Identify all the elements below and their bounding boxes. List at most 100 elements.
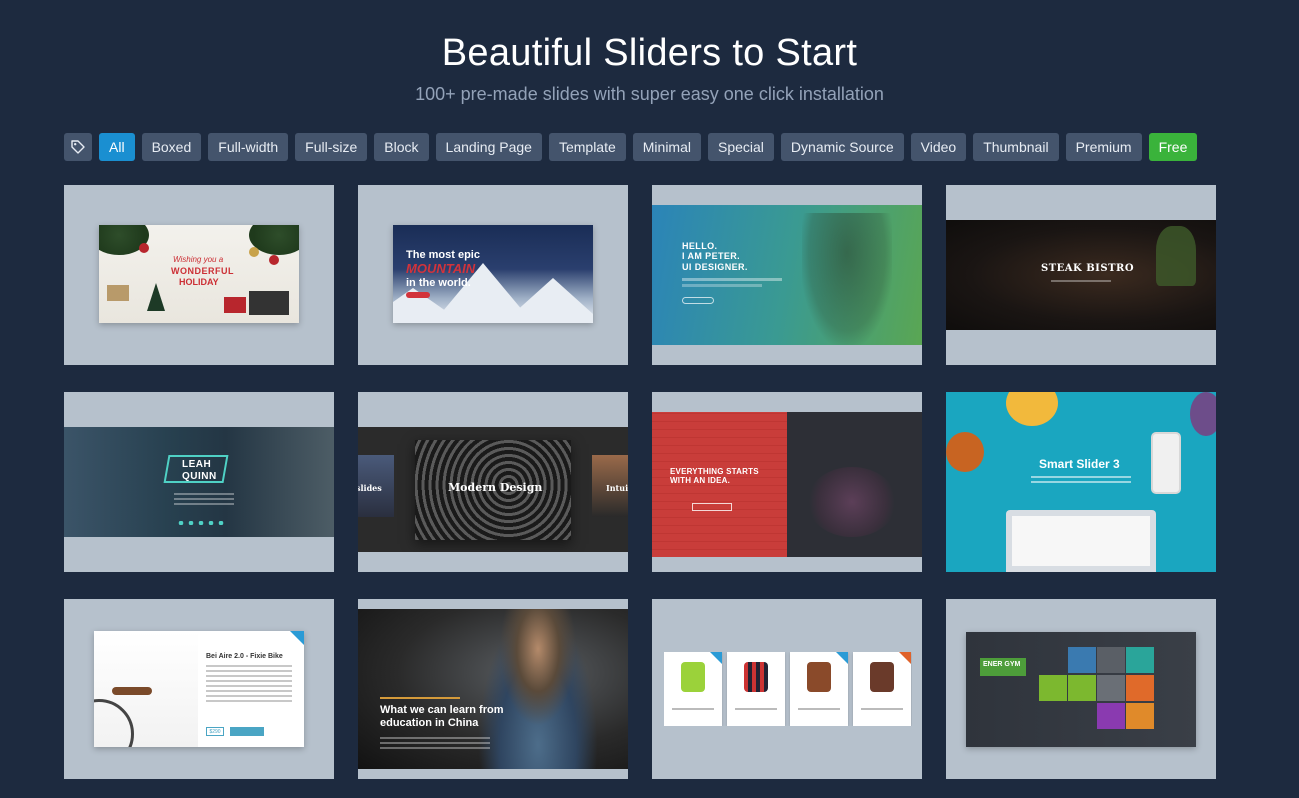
person-image bbox=[802, 213, 892, 345]
filter-full-size[interactable]: Full-size bbox=[295, 133, 368, 161]
decoration bbox=[1068, 647, 1096, 673]
decoration bbox=[682, 278, 782, 281]
page-title: Beautiful Sliders to Start bbox=[441, 32, 858, 74]
slider-grid: Wishing you a WONDERFUL HOLIDAY The most… bbox=[64, 185, 1216, 779]
product-card bbox=[790, 652, 848, 726]
slide-text: HOLIDAY bbox=[179, 277, 219, 287]
slider-thumbnail: What we can learn from education in Chin… bbox=[358, 609, 628, 769]
product-card bbox=[853, 652, 911, 726]
filter-all[interactable]: All bbox=[99, 133, 135, 161]
decoration bbox=[503, 278, 593, 323]
filter-free[interactable]: Free bbox=[1148, 133, 1198, 161]
product-card bbox=[727, 652, 785, 726]
watch-image bbox=[744, 662, 768, 692]
slide-text: slides bbox=[358, 483, 382, 493]
decoration bbox=[380, 697, 460, 699]
slider-card-smart-slider[interactable]: Smart Slider 3 bbox=[946, 392, 1216, 572]
watch-image bbox=[681, 662, 705, 692]
decoration bbox=[682, 284, 762, 287]
slider-thumbnail: Smart Slider 3 bbox=[946, 392, 1216, 572]
decoration bbox=[1097, 647, 1125, 673]
slide-text: Smart Slider 3 bbox=[1039, 457, 1120, 471]
person-image bbox=[478, 609, 598, 769]
filter-special[interactable]: Special bbox=[708, 133, 774, 161]
corner-badge bbox=[710, 652, 722, 664]
slider-thumbnail: Modern Design slides Intui bbox=[358, 427, 628, 552]
decoration bbox=[1126, 675, 1154, 701]
slide-text: The most epic bbox=[406, 249, 480, 261]
filter-bar: All Boxed Full-width Full-size Block Lan… bbox=[64, 133, 1198, 161]
price-tag: $290 bbox=[206, 727, 224, 736]
decoration bbox=[380, 737, 490, 749]
decoration bbox=[94, 699, 134, 747]
decoration bbox=[1051, 280, 1111, 282]
slider-thumbnail: LEAH QUINN bbox=[64, 427, 334, 537]
tag-icon[interactable] bbox=[64, 133, 92, 161]
corner-badge bbox=[836, 652, 848, 664]
filter-premium[interactable]: Premium bbox=[1065, 133, 1142, 161]
decoration bbox=[946, 432, 984, 472]
slider-card-gym[interactable]: ENER GYM bbox=[946, 599, 1216, 779]
decoration bbox=[735, 708, 777, 710]
slider-card-education[interactable]: What we can learn from education in Chin… bbox=[358, 599, 628, 779]
filter-thumbnail[interactable]: Thumbnail bbox=[973, 133, 1059, 161]
slider-card-bike[interactable]: Bei Aire 2.0 - Fixie Bike $290 bbox=[64, 599, 334, 779]
slide-text: LEAH QUINN bbox=[182, 459, 217, 482]
slide-button bbox=[692, 503, 732, 511]
filter-block[interactable]: Block bbox=[374, 133, 429, 161]
slider-card-watches[interactable] bbox=[652, 599, 922, 779]
filter-boxed[interactable]: Boxed bbox=[141, 133, 202, 161]
slide-button bbox=[406, 292, 430, 298]
slider-card-leah-quinn[interactable]: LEAH QUINN bbox=[64, 392, 334, 572]
decoration bbox=[1156, 226, 1196, 286]
slide-text: EVERYTHING STARTS WITH AN IDEA. bbox=[670, 467, 759, 486]
slider-card-mountain[interactable]: The most epic MOUNTAIN in the world. bbox=[358, 185, 628, 365]
decoration bbox=[1006, 392, 1058, 426]
filter-template[interactable]: Template bbox=[548, 133, 626, 161]
decoration bbox=[249, 291, 289, 315]
filter-landing-page[interactable]: Landing Page bbox=[435, 133, 542, 161]
decoration bbox=[1012, 516, 1150, 566]
slide-text: in the world. bbox=[406, 277, 471, 289]
slider-card-steak-bistro[interactable]: STEAK BISTRO bbox=[946, 185, 1216, 365]
slider-card-holiday[interactable]: Wishing you a WONDERFUL HOLIDAY bbox=[64, 185, 334, 365]
corner-badge bbox=[899, 652, 911, 664]
slider-thumbnail: Bei Aire 2.0 - Fixie Bike $290 bbox=[94, 631, 304, 747]
slider-card-everything-starts[interactable]: EVERYTHING STARTS WITH AN IDEA. bbox=[652, 392, 922, 572]
decoration bbox=[112, 687, 152, 695]
page-subtitle: 100+ pre-made slides with super easy one… bbox=[415, 84, 884, 104]
decoration bbox=[672, 708, 714, 710]
decoration bbox=[1031, 476, 1131, 486]
decoration bbox=[1068, 675, 1096, 701]
decoration bbox=[1126, 703, 1154, 729]
slide-text: Modern Design bbox=[448, 481, 543, 494]
tree-image bbox=[147, 283, 165, 311]
decoration bbox=[224, 297, 246, 313]
filter-minimal[interactable]: Minimal bbox=[632, 133, 701, 161]
decoration bbox=[807, 467, 897, 537]
slider-thumbnail bbox=[664, 652, 912, 726]
bike-image bbox=[94, 631, 198, 747]
watch-image bbox=[807, 662, 831, 692]
filter-video[interactable]: Video bbox=[910, 133, 967, 161]
slide-text: Wishing you a bbox=[173, 255, 224, 264]
decoration bbox=[798, 708, 840, 710]
slider-card-peter[interactable]: HELLO. I AM PETER. UI DESIGNER. bbox=[652, 185, 922, 365]
tag-icon-svg bbox=[71, 140, 85, 154]
slider-card-modern-design[interactable]: Modern Design slides Intui bbox=[358, 392, 628, 572]
filter-dynamic-source[interactable]: Dynamic Source bbox=[780, 133, 904, 161]
slider-thumbnail: STEAK BISTRO bbox=[946, 220, 1216, 330]
slider-thumbnail: EVERYTHING STARTS WITH AN IDEA. bbox=[652, 412, 922, 557]
filter-full-width[interactable]: Full-width bbox=[208, 133, 289, 161]
slider-thumbnail: HELLO. I AM PETER. UI DESIGNER. bbox=[652, 205, 922, 345]
decoration bbox=[1190, 392, 1216, 436]
slide-text: WONDERFUL bbox=[171, 266, 234, 276]
watch-image bbox=[870, 662, 894, 692]
decoration bbox=[1097, 675, 1125, 701]
slide-text: Intui bbox=[606, 483, 628, 493]
decoration bbox=[206, 665, 292, 705]
slider-thumbnail: The most epic MOUNTAIN in the world. bbox=[393, 225, 593, 323]
slide-text: ENER GYM bbox=[983, 661, 1021, 668]
decoration bbox=[139, 243, 149, 253]
decoration bbox=[1097, 703, 1125, 729]
